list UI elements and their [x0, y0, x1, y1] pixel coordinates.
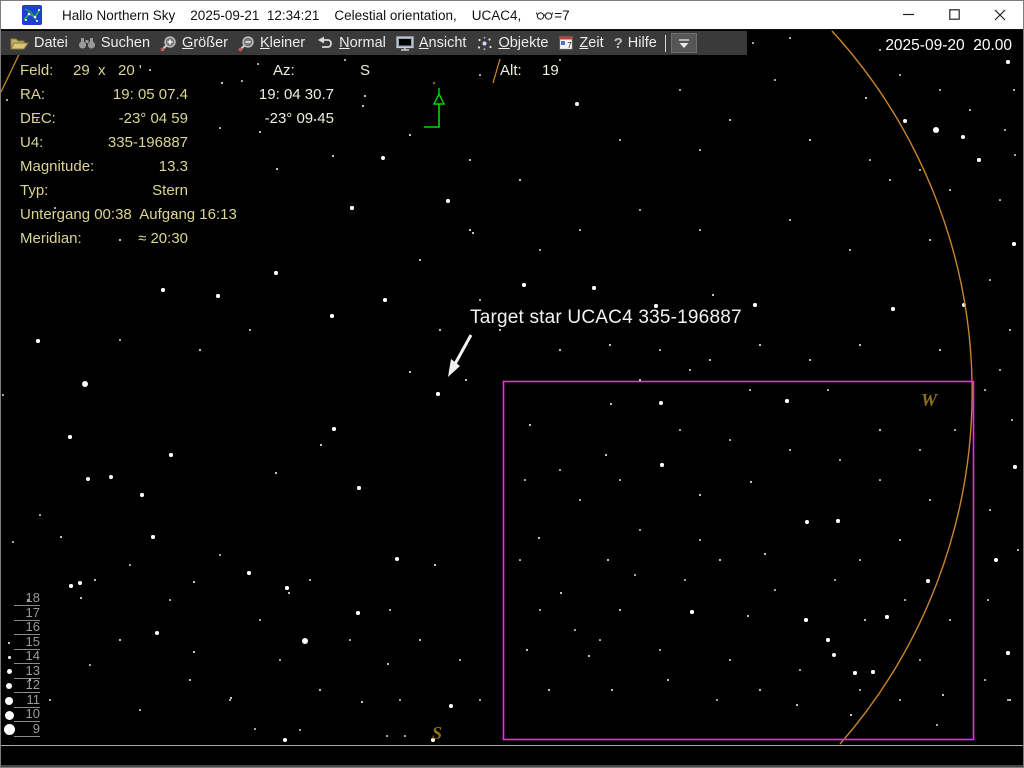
target-arrow-icon [448, 335, 471, 377]
svg-text:7: 7 [568, 41, 573, 50]
compass-label-west: W [921, 390, 937, 411]
window-title-fov: =7 [554, 8, 569, 23]
menu-item-label: Größer [182, 35, 228, 51]
menu-item-objekte[interactable]: Objekte [472, 33, 554, 53]
glasses-icon [536, 10, 553, 21]
compass-label-south: S [432, 723, 442, 744]
menu-item-label: Normal [339, 35, 386, 51]
menu-item-label: Zeit [579, 35, 603, 51]
minimize-icon [903, 9, 914, 20]
menu-item-kleiner[interactable]: Kleiner [234, 33, 311, 54]
close-icon [994, 9, 1006, 21]
menu-item-zeit[interactable]: 7 Zeit [554, 33, 609, 53]
sky-chart[interactable]: Feld:29 x 20 'RA:19: 05 07.419: 04 30.7D… [0, 0, 1024, 745]
window-title-app: Hallo Northern Sky [62, 8, 175, 23]
menu-item-suchen[interactable]: Suchen [74, 33, 156, 53]
faint-object-dot [433, 82, 435, 84]
menu-item-label: Ansicht [419, 35, 467, 51]
menu-bar: Datei Suchen Größer Kleiner Normal Ansicht Obj… [0, 31, 747, 55]
menu-separator [665, 35, 666, 52]
menu-item-label: Kleiner [260, 35, 305, 51]
status-bar [0, 745, 1024, 768]
app-icon [22, 5, 42, 25]
alt-value: 19 [542, 62, 559, 79]
question-icon: ? [614, 35, 623, 52]
menu-item-label: Objekte [498, 35, 548, 51]
menu-item-hilfe[interactable]: ? Hilfe [610, 33, 663, 54]
menu-item-datei[interactable]: Datei [6, 33, 74, 53]
menu-item-label: Suchen [101, 35, 150, 51]
maximize-button[interactable] [931, 0, 977, 29]
zoom-in-icon [160, 35, 177, 52]
zoom-out-icon [238, 35, 255, 52]
alt-label: Alt: [500, 62, 522, 79]
target-annotation: Target star UCAC4 335-196887 [470, 307, 742, 329]
maximize-icon [949, 9, 960, 20]
title-bar: Hallo Northern Sky 2025-09-21 12:34:21 C… [0, 0, 1024, 30]
menu-item-label: Hilfe [628, 35, 657, 51]
grid-line-segment [493, 59, 500, 83]
menu-item-label: Datei [34, 35, 68, 51]
open-folder-icon [10, 36, 29, 51]
calendar-icon: 7 [558, 35, 574, 51]
window-title: Hallo Northern Sky 2025-09-21 12:34:21 C… [62, 0, 570, 30]
toolbar-overflow-button[interactable] [671, 33, 697, 53]
window-title-catalog: UCAC4, [472, 8, 522, 23]
menu-item-groesser[interactable]: Größer [156, 33, 234, 54]
window-controls [885, 0, 1023, 29]
chevron-down-icon [677, 38, 691, 49]
fov-rectangle [504, 382, 974, 740]
window-title-orientation: Celestial orientation, [334, 8, 456, 23]
menu-item-normal[interactable]: Normal [311, 33, 392, 53]
minimize-button[interactable] [885, 0, 931, 29]
chart-datetime: 2025-09-20 20.00 [862, 37, 1012, 55]
chart-overlay [0, 0, 1024, 745]
close-button[interactable] [977, 0, 1023, 29]
menu-item-ansicht[interactable]: Ansicht [392, 33, 473, 53]
az-label: Az: [273, 62, 295, 79]
deep-sky-icon [476, 36, 493, 51]
undo-arrow-icon [315, 36, 334, 51]
orientation-marker-icon [424, 88, 444, 127]
window-title-datetime: 2025-09-21 12:34:21 [190, 8, 319, 23]
az-value: S [360, 62, 370, 79]
monitor-icon [396, 36, 414, 51]
horizon-arc [832, 31, 972, 744]
binoculars-icon [78, 36, 96, 50]
